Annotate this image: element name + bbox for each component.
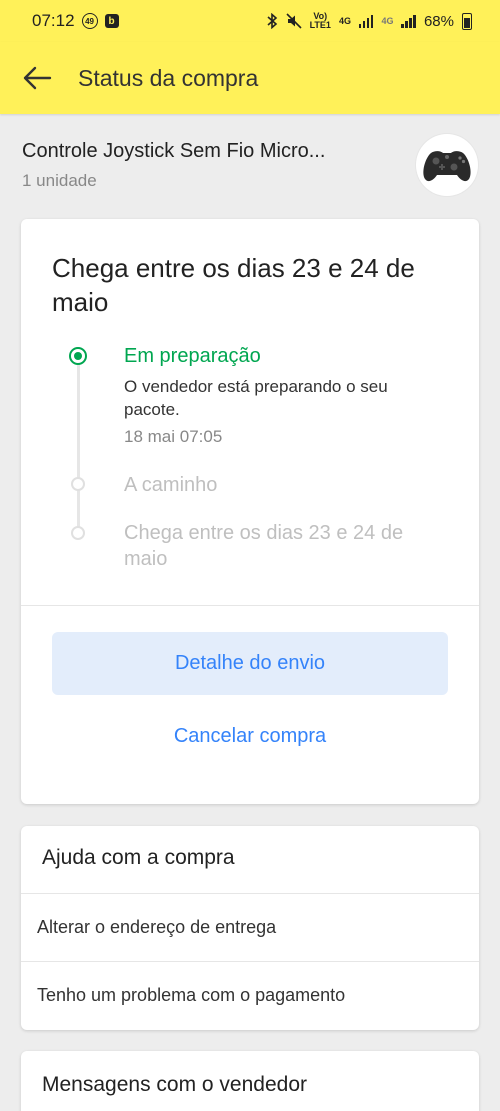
shipping-details-button[interactable]: Detalhe do envio [52,632,448,695]
step-description: O vendedor está preparando o seu pacote. [124,377,388,419]
mute-icon [286,13,302,29]
timeline-step-arrival: Chega entre os dias 23 e 24 de maio [124,520,444,572]
app-notification-icon: b [104,14,119,28]
divider [21,605,479,606]
product-summary[interactable]: Controle Joystick Sem Fio Micro... 1 uni… [0,114,500,219]
timeline-line [77,357,80,537]
step-title: Em preparação [124,345,261,367]
signal-icon [358,14,374,28]
product-quantity: 1 unidade [22,171,97,190]
help-item-label: Tenho um problema com o pagamento [37,985,346,1005]
messages-title: Mensagens com o vendedor [42,1073,307,1096]
clock: 07:12 [32,11,75,30]
battery-icon [462,12,472,30]
product-thumbnail [416,134,478,196]
step-title: Chega entre os dias 23 e 24 de maio [124,522,404,570]
network-4g-indicator: 4G [338,15,351,26]
timeline-dot-active [69,347,87,365]
signal-secondary-icon [401,14,416,28]
help-title: Ajuda com a compra [42,846,235,869]
network-4g-secondary-indicator: 4G [381,15,394,26]
page-title: Status da compra [78,64,259,91]
help-item-payment-problem[interactable]: Tenho um problema com o pagamento [21,961,479,1029]
seller-messages-card[interactable]: Mensagens com o vendedor [21,1051,479,1111]
back-button[interactable] [0,42,74,114]
timeline-dot [71,477,85,491]
purchase-help-card: Ajuda com a compra Alterar o endereço de… [21,826,479,1030]
help-item-label: Alterar o endereço de entrega [37,917,277,937]
timeline-step-preparing: Em preparação O vendedor está preparando… [124,345,444,447]
step-title: A caminho [124,474,218,496]
delivery-estimate-title: Chega entre os dias 23 e 24 de maio [52,253,415,317]
arrow-left-icon [23,66,52,90]
product-name: Controle Joystick Sem Fio Micro... [22,140,326,162]
battery-percent: 68% [423,12,454,30]
app-header: Status da compra [0,42,500,114]
cancel-purchase-button[interactable]: Cancelar compra [52,716,448,756]
notification-count-icon: 49 [81,13,98,29]
system-status-bar: 07:12 49 b Vo) LTE1 4G 4G 68% [0,0,500,42]
bluetooth-icon [267,13,277,29]
help-item-change-address[interactable]: Alterar o endereço de entrega [21,893,479,961]
delivery-status-card: Chega entre os dias 23 e 24 de maio Em p… [21,219,479,804]
timeline-dot [71,526,85,540]
step-timestamp: 18 mai 07:05 [124,427,223,446]
volte-indicator: Vo) LTE1 [309,11,331,30]
timeline-step-in-transit: A caminho [124,472,444,498]
gamepad-icon [423,151,471,182]
